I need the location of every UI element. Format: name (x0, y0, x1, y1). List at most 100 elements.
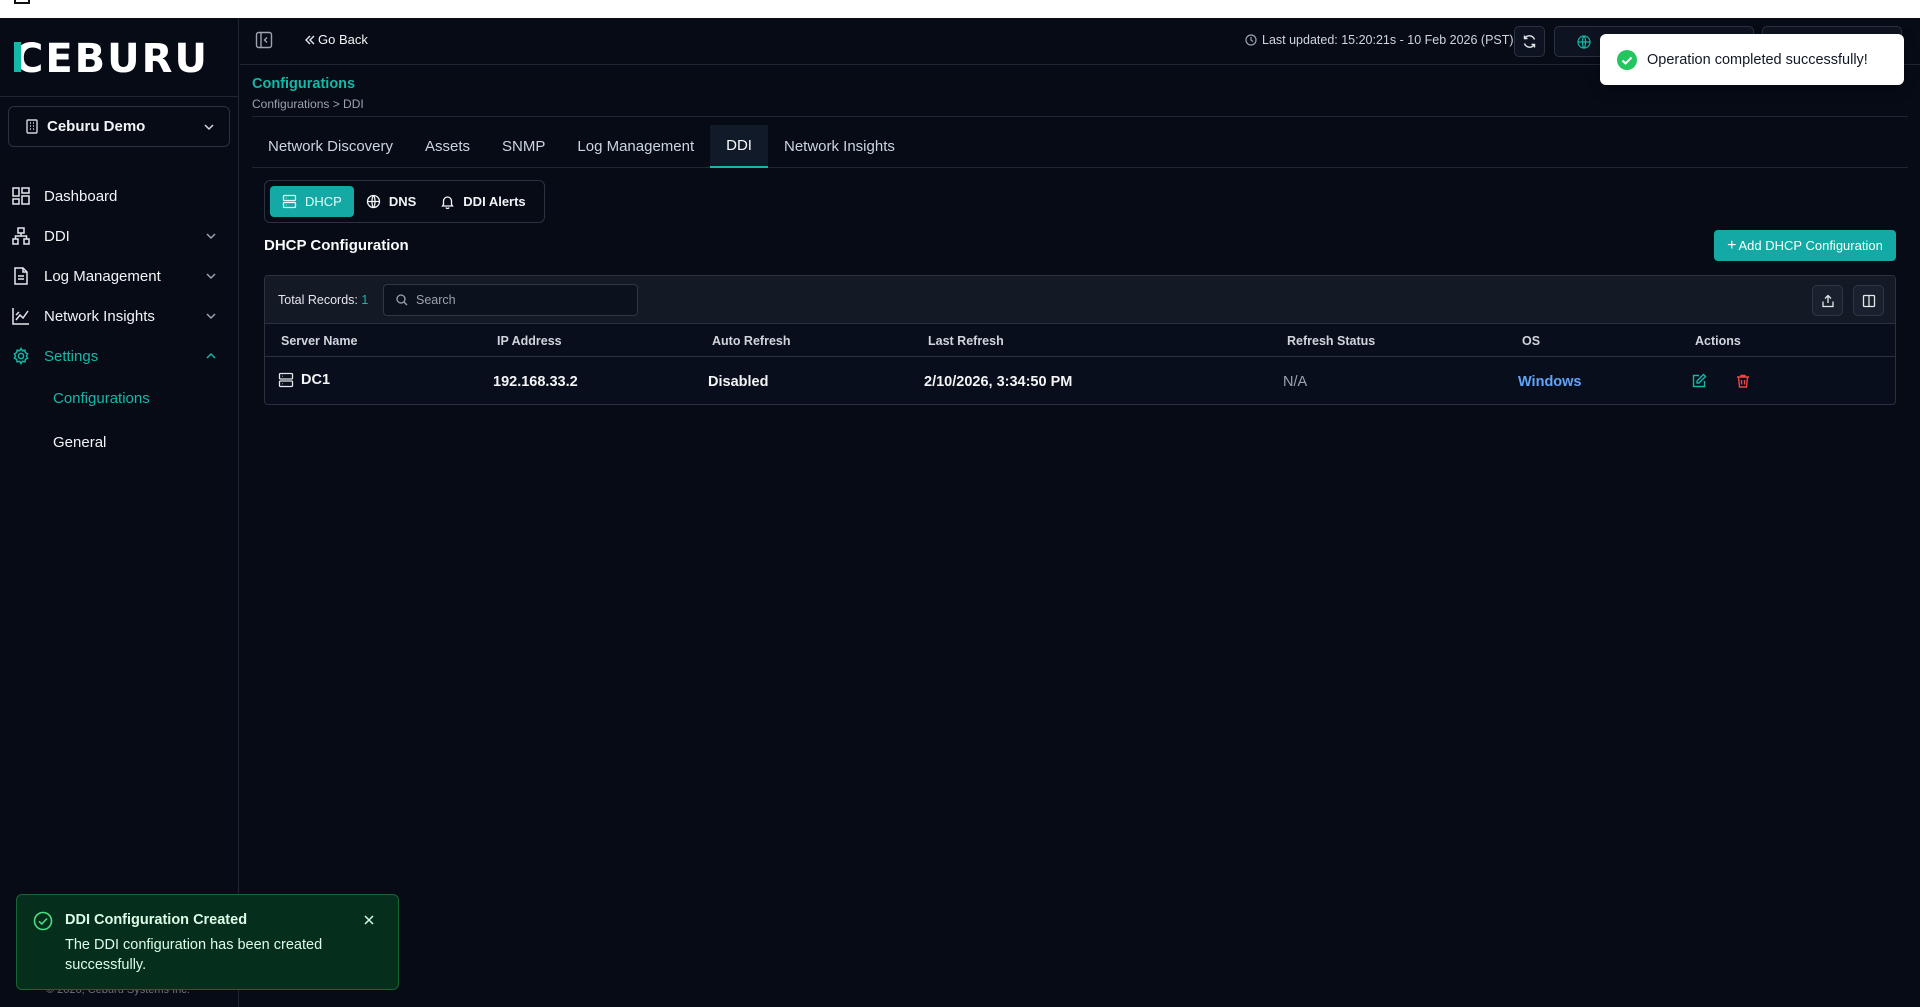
tab-snmp[interactable]: SNMP (486, 125, 561, 168)
total-records-count: 1 (361, 293, 369, 307)
sidebar-item-settings[interactable]: Settings (0, 336, 239, 376)
ceburu-logo[interactable]: CEBURU (14, 36, 210, 78)
globe-icon (366, 194, 381, 209)
ddi-segment-control: DHCP DNS DDI Alerts (264, 180, 545, 223)
plus-icon: + (1727, 236, 1737, 254)
sidebar-subitem-configurations[interactable]: Configurations (0, 376, 239, 420)
cell-refresh-status: N/A (1283, 374, 1308, 390)
sidebar-item-ddi[interactable]: DDI (0, 216, 239, 256)
tab-ddi[interactable]: DDI (710, 125, 768, 168)
refresh-icon (1522, 34, 1537, 49)
segment-dns[interactable]: DNS (354, 186, 428, 217)
org-name: Ceburu Demo (47, 118, 146, 135)
table-toolbar: Total Records: 1 (265, 276, 1895, 324)
delete-icon[interactable] (1735, 373, 1751, 389)
page-title: Configurations (252, 76, 356, 92)
search-icon (396, 294, 408, 306)
search-box (383, 284, 638, 316)
check-circle-icon (1617, 49, 1637, 70)
export-icon (1821, 294, 1835, 308)
table-header: Server Name IP Address Auto Refresh Last… (265, 324, 1895, 357)
header-divider (252, 116, 1908, 117)
sidebar-item-dashboard[interactable]: Dashboard (0, 176, 239, 216)
cell-last-refresh: 2/10/2026, 3:34:50 PM (924, 374, 1073, 390)
segment-label: DHCP (305, 194, 342, 209)
window-top-strip (0, 0, 1920, 18)
tab-network-insights[interactable]: Network Insights (768, 125, 911, 168)
cell-server-name: DC1 (278, 372, 330, 388)
sidebar-item-label: DDI (44, 227, 70, 245)
export-button[interactable] (1812, 285, 1843, 316)
server-icon (282, 194, 297, 209)
org-selector[interactable]: Ceburu Demo (8, 106, 230, 147)
sidebar-divider (0, 96, 239, 97)
col-auto-refresh[interactable]: Auto Refresh (712, 334, 790, 348)
columns-icon (1862, 294, 1876, 308)
sidebar-item-label: Dashboard (44, 187, 118, 205)
dhcp-table-card: Total Records: 1 Server Name IP Address … (264, 275, 1896, 405)
total-records-label: Total Records: (278, 293, 358, 307)
success-toast-top: Operation completed successfully! (1600, 34, 1904, 85)
edit-icon[interactable] (1691, 373, 1707, 389)
server-name-text: DC1 (301, 372, 331, 388)
segment-dhcp[interactable]: DHCP (270, 186, 354, 217)
sidebar-nav: Dashboard DDI Log Management Network Ins… (0, 176, 239, 464)
network-icon (12, 227, 30, 245)
sidebar-item-label: Log Management (44, 267, 161, 285)
add-dhcp-configuration-button[interactable]: + Add DHCP Configuration (1714, 230, 1896, 261)
sidebar-item-label: Settings (44, 347, 99, 365)
columns-toggle-button[interactable] (1853, 285, 1884, 316)
segment-label: DNS (388, 194, 417, 209)
breadcrumb: Configurations > DDI (252, 97, 364, 111)
success-toast-bottom: DDI Configuration Created The DDI config… (16, 894, 399, 990)
refresh-button[interactable] (1514, 26, 1545, 57)
sidebar-subitem-general[interactable]: General (0, 420, 239, 464)
toast-title: DDI Configuration Created (65, 912, 248, 928)
section-title: DHCP Configuration (264, 237, 409, 254)
col-actions: Actions (1695, 334, 1741, 348)
add-button-label: Add DHCP Configuration (1738, 238, 1883, 253)
dashboard-icon (12, 187, 30, 205)
last-updated-text: Last updated: 15:20:21s - 10 Feb 2026 (P… (1262, 33, 1514, 47)
sidebar-item-log-management[interactable]: Log Management (0, 256, 239, 296)
col-last-refresh[interactable]: Last Refresh (928, 334, 1004, 348)
bell-icon (440, 194, 455, 209)
close-icon[interactable] (363, 914, 375, 926)
globe-icon (1577, 34, 1591, 49)
segment-ddi-alerts[interactable]: DDI Alerts (428, 186, 537, 217)
window-icon (14, 0, 30, 4)
chart-icon (12, 307, 30, 325)
chevron-down-icon (205, 230, 217, 242)
server-icon (278, 372, 294, 388)
sidebar: CEBURU Ceburu Demo Dashboard DDI Log Man… (0, 18, 239, 1007)
chevron-down-icon (205, 270, 217, 282)
building-icon (25, 119, 39, 134)
cell-os-link[interactable]: Windows (1518, 374, 1582, 390)
go-back-link[interactable]: Go Back (302, 32, 368, 47)
table-row[interactable]: DC1 192.168.33.2 Disabled 2/10/2026, 3:3… (265, 358, 1895, 405)
tab-log-management[interactable]: Log Management (561, 125, 710, 168)
tab-assets[interactable]: Assets (409, 125, 486, 168)
total-records: Total Records: 1 (278, 293, 368, 307)
gear-icon (12, 347, 30, 365)
clock-icon (1245, 34, 1257, 46)
col-server-name[interactable]: Server Name (281, 334, 357, 348)
config-tabs: Network Discovery Assets SNMP Log Manage… (252, 125, 1908, 168)
collapse-sidebar-icon[interactable] (255, 31, 273, 49)
segment-label: DDI Alerts (463, 194, 526, 209)
search-input[interactable] (416, 293, 616, 307)
sidebar-item-label: Network Insights (44, 307, 155, 325)
toast-message: Operation completed successfully! (1647, 51, 1868, 68)
cell-auto-refresh: Disabled (708, 374, 769, 390)
tab-network-discovery[interactable]: Network Discovery (252, 125, 409, 168)
col-os[interactable]: OS (1522, 334, 1540, 348)
col-refresh-status[interactable]: Refresh Status (1287, 334, 1375, 348)
col-ip-address[interactable]: IP Address (497, 334, 562, 348)
toast-description: The DDI configuration has been created s… (65, 937, 323, 973)
chevron-down-icon (205, 310, 217, 322)
sidebar-item-network-insights[interactable]: Network Insights (0, 296, 239, 336)
logo-text: CEBURU (14, 36, 209, 78)
chevrons-left-icon (305, 35, 315, 45)
cell-ip-address: 192.168.33.2 (493, 374, 578, 390)
go-back-label: Go Back (318, 32, 368, 47)
